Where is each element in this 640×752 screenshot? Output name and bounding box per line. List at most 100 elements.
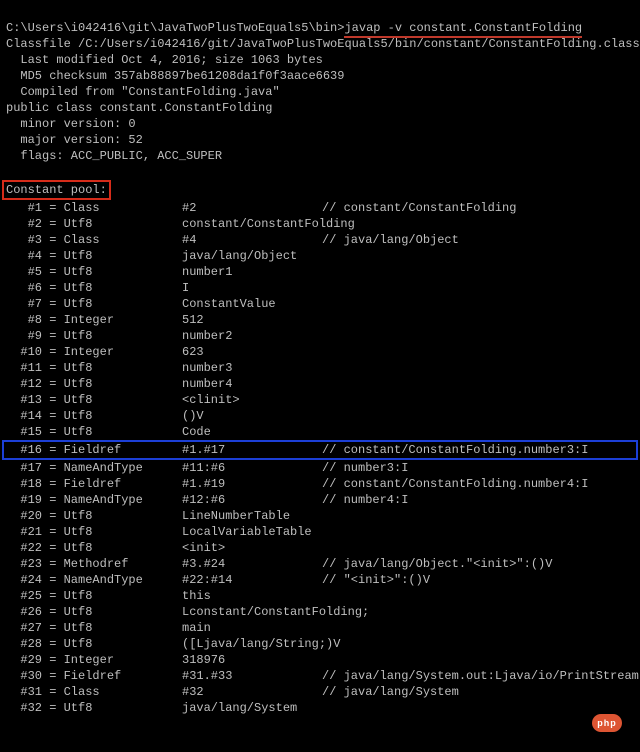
pool-index-type: #9 = Utf8 (6, 328, 182, 344)
pool-index-type: #1 = Class (6, 200, 182, 216)
pool-index-type: #8 = Integer (6, 312, 182, 328)
pool-value: LocalVariableTable (182, 524, 322, 540)
pool-comment (322, 700, 634, 716)
pool-index-type: #14 = Utf8 (6, 408, 182, 424)
pool-value: #4 (182, 232, 322, 248)
pool-index-type: #22 = Utf8 (6, 540, 182, 556)
command-prompt: C:\Users\i042416\git\JavaTwoPlusTwoEqual… (6, 21, 344, 35)
pool-comment (322, 524, 634, 540)
terminal-output: C:\Users\i042416\git\JavaTwoPlusTwoEqual… (0, 0, 640, 752)
pool-value: #3.#24 (182, 556, 322, 572)
pool-value: <clinit> (182, 392, 322, 408)
pool-value: main (182, 620, 322, 636)
pool-comment (322, 312, 634, 328)
pool-index-type: #21 = Utf8 (6, 524, 182, 540)
pool-comment: // constant/ConstantFolding (322, 200, 634, 216)
pool-value: 512 (182, 312, 322, 328)
pool-index-type: #24 = NameAndType (6, 572, 182, 588)
constant-pool-entry: #12 = Utf8number4 (6, 376, 634, 392)
pool-value: ()V (182, 408, 322, 424)
pool-index-type: #16 = Fieldref (6, 442, 182, 458)
constant-pool-entry: #4 = Utf8java/lang/Object (6, 248, 634, 264)
pool-comment (322, 360, 634, 376)
pool-comment: // "<init>":()V (322, 572, 634, 588)
pool-comment: // constant/ConstantFolding.number3:I (322, 442, 634, 458)
constant-pool-entry: #8 = Integer512 (6, 312, 634, 328)
header-line: minor version: 0 (6, 116, 634, 132)
pool-index-type: #3 = Class (6, 232, 182, 248)
pool-index-type: #20 = Utf8 (6, 508, 182, 524)
pool-value: #32 (182, 684, 322, 700)
pool-comment (322, 392, 634, 408)
constant-pool-entry: #31 = Class#32// java/lang/System (6, 684, 634, 700)
pool-value: #1.#19 (182, 476, 322, 492)
constant-pool-entry: #25 = Utf8this (6, 588, 634, 604)
pool-index-type: #26 = Utf8 (6, 604, 182, 620)
constant-pool-entry: #18 = Fieldref#1.#19// constant/Constant… (6, 476, 634, 492)
header-line: major version: 52 (6, 132, 634, 148)
pool-comment (322, 248, 634, 264)
pool-value: java/lang/System (182, 700, 322, 716)
pool-index-type: #27 = Utf8 (6, 620, 182, 636)
pool-value: #11:#6 (182, 460, 322, 476)
pool-comment: // java/lang/System (322, 684, 634, 700)
pool-comment: // number3:I (322, 460, 634, 476)
constant-pool-entry: #23 = Methodref#3.#24// java/lang/Object… (6, 556, 634, 572)
pool-comment (322, 376, 634, 392)
pool-comment: // java/lang/Object."<init>":()V (322, 556, 634, 572)
pool-index-type: #17 = NameAndType (6, 460, 182, 476)
constant-pool-entry: #15 = Utf8Code (6, 424, 634, 440)
pool-value: ConstantValue (182, 296, 322, 312)
pool-comment (322, 604, 634, 620)
header-line: Classfile /C:/Users/i042416/git/JavaTwoP… (6, 36, 634, 52)
pool-comment: // java/lang/Object (322, 232, 634, 248)
pool-index-type: #10 = Integer (6, 344, 182, 360)
constant-pool-entry: #5 = Utf8number1 (6, 264, 634, 280)
constant-pool-entry: #11 = Utf8number3 (6, 360, 634, 376)
pool-value: #2 (182, 200, 322, 216)
pool-index-type: #19 = NameAndType (6, 492, 182, 508)
constant-pool-entry: #21 = Utf8LocalVariableTable (6, 524, 634, 540)
pool-comment (322, 328, 634, 344)
pool-index-type: #4 = Utf8 (6, 248, 182, 264)
pool-value: number1 (182, 264, 322, 280)
constant-pool-table: #1 = Class#2// constant/ConstantFolding … (6, 200, 634, 716)
constant-pool-entry: #3 = Class#4// java/lang/Object (6, 232, 634, 248)
header-line: public class constant.ConstantFolding (6, 100, 634, 116)
constant-pool-entry: #2 = Utf8constant/ConstantFolding (6, 216, 634, 232)
pool-index-type: #23 = Methodref (6, 556, 182, 572)
constant-pool-label: Constant pool: (2, 180, 111, 200)
pool-comment: // constant/ConstantFolding.number4:I (322, 476, 634, 492)
pool-index-type: #25 = Utf8 (6, 588, 182, 604)
pool-value: java/lang/Object (182, 248, 322, 264)
header-line: Last modified Oct 4, 2016; size 1063 byt… (6, 52, 634, 68)
pool-comment (322, 636, 634, 652)
constant-pool-entry: #6 = Utf8I (6, 280, 634, 296)
pool-value: number2 (182, 328, 322, 344)
header-line: flags: ACC_PUBLIC, ACC_SUPER (6, 148, 634, 164)
pool-index-type: #18 = Fieldref (6, 476, 182, 492)
php-watermark-icon: php (592, 714, 622, 732)
pool-value: this (182, 588, 322, 604)
pool-index-type: #5 = Utf8 (6, 264, 182, 280)
pool-comment (322, 344, 634, 360)
constant-pool-entry: #16 = Fieldref#1.#17// constant/Constant… (2, 440, 638, 460)
constant-pool-entry: #28 = Utf8([Ljava/lang/String;)V (6, 636, 634, 652)
pool-comment (322, 588, 634, 604)
constant-pool-entry: #29 = Integer318976 (6, 652, 634, 668)
pool-comment (322, 280, 634, 296)
pool-value: constant/ConstantFolding (182, 216, 322, 232)
constant-pool-entry: #22 = Utf8<init> (6, 540, 634, 556)
header-line: Compiled from "ConstantFolding.java" (6, 84, 634, 100)
classfile-header: Classfile /C:/Users/i042416/git/JavaTwoP… (6, 36, 634, 164)
pool-value: #22:#14 (182, 572, 322, 588)
pool-index-type: #28 = Utf8 (6, 636, 182, 652)
pool-index-type: #31 = Class (6, 684, 182, 700)
constant-pool-entry: #9 = Utf8number2 (6, 328, 634, 344)
pool-index-type: #2 = Utf8 (6, 216, 182, 232)
pool-value: <init> (182, 540, 322, 556)
constant-pool-entry: #20 = Utf8LineNumberTable (6, 508, 634, 524)
pool-comment (322, 424, 634, 440)
pool-value: Code (182, 424, 322, 440)
pool-value: ([Ljava/lang/String;)V (182, 636, 322, 652)
